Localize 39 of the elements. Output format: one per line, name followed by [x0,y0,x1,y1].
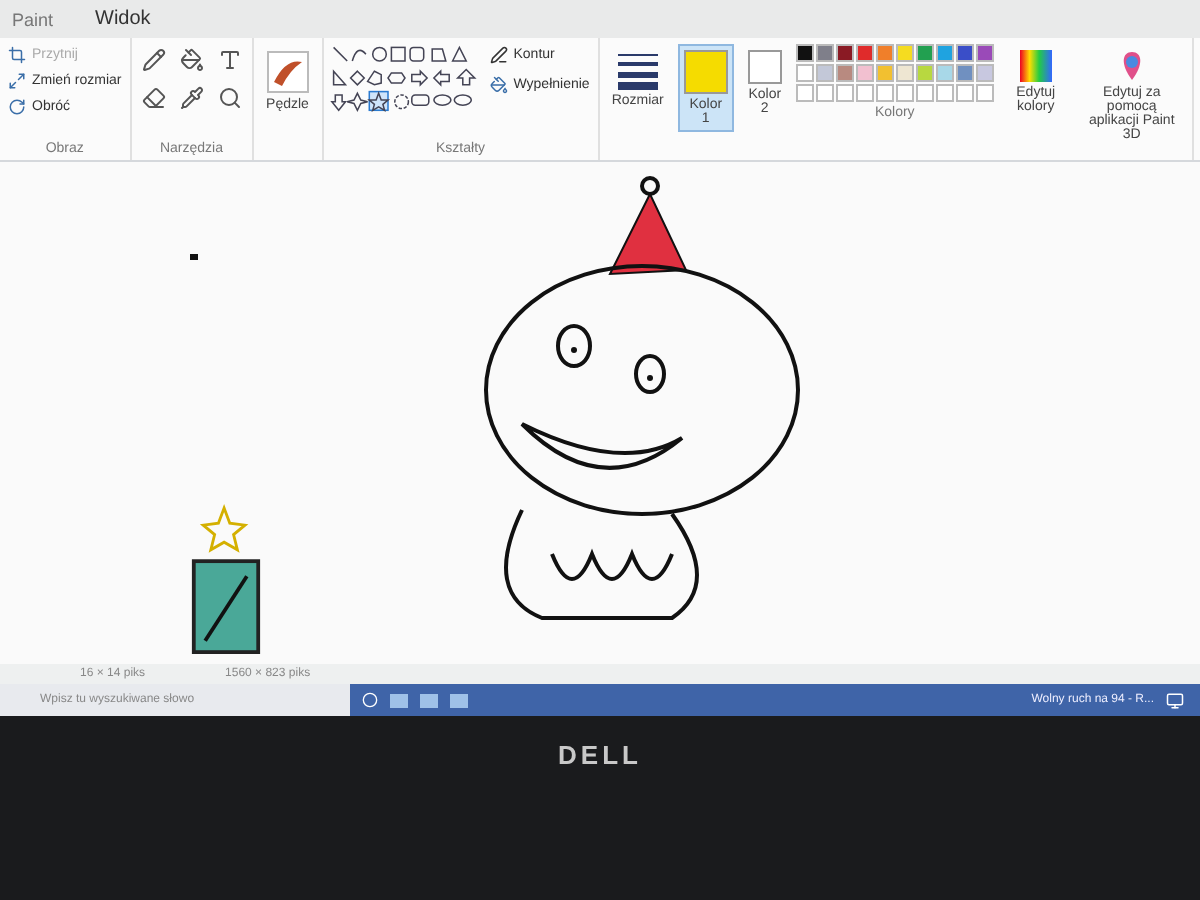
palette-color[interactable] [875,44,894,62]
palette-color[interactable] [975,64,994,82]
window-title: Paint [12,9,54,29]
palette-color[interactable] [915,44,934,62]
resize-icon [8,72,26,90]
pencil-icon[interactable] [137,44,170,76]
task-view-icon [362,692,378,708]
line-width-icon [615,50,660,90]
dot-mark [190,253,198,260]
palette-color[interactable] [935,44,954,62]
palette-color[interactable] [835,44,854,62]
palette-color[interactable] [855,44,874,62]
palette-color[interactable] [935,64,954,82]
palette-color[interactable] [955,64,974,82]
ribbon-tab[interactable]: Widok [73,0,173,38]
eraser-icon[interactable] [137,82,170,114]
palette-color[interactable] [815,64,834,82]
palette-color[interactable] [955,44,974,62]
shapes-gallery-drawing[interactable] [329,44,480,112]
fill-icon [489,76,508,94]
palette-color[interactable] [895,44,914,62]
palette-color[interactable] [815,44,834,62]
palette-color[interactable] [855,64,874,82]
crop-icon [8,46,26,64]
palette-color[interactable] [835,64,854,82]
brush-icon [265,50,310,94]
rotate-icon [8,98,26,116]
color-spectrum-icon [1019,50,1052,82]
palette-color[interactable] [975,44,994,62]
outline-icon [489,46,508,64]
notification-center-icon [1166,691,1184,709]
palette-color[interactable] [795,44,814,62]
palette-color[interactable] [915,64,934,82]
laptop-logo: DELL [558,740,642,770]
palette-color[interactable] [875,64,894,82]
bucket-icon[interactable] [175,44,208,76]
drawing-canvas[interactable] [0,161,1200,664]
palette-color[interactable] [795,64,814,82]
palette-color[interactable] [895,64,914,82]
